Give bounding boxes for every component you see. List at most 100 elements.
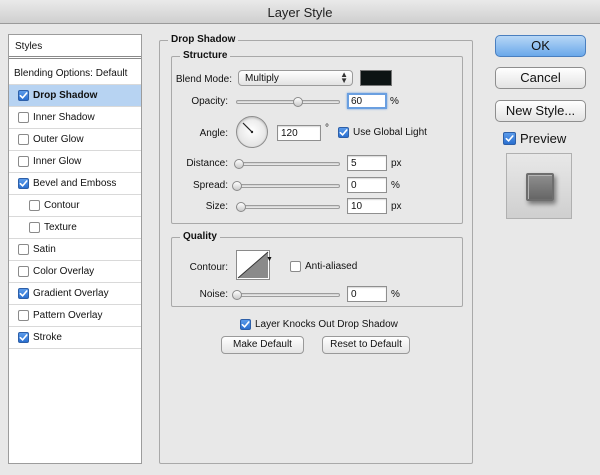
style-item-inner-glow[interactable]: Inner Glow — [9, 151, 141, 173]
anti-aliased-label: Anti-aliased — [305, 261, 358, 272]
drop-shadow-title: Drop Shadow — [168, 34, 239, 45]
preview-checkbox[interactable]: Preview — [503, 131, 566, 146]
layer-knocks-out-check-icon — [240, 319, 251, 330]
checkbox-icon[interactable] — [18, 332, 29, 343]
blending-options-label: Blending Options: Default — [14, 68, 128, 79]
spread-input[interactable]: 0 — [347, 177, 387, 193]
select-arrows-icon: ▲ ▼ — [340, 70, 348, 85]
checkbox-icon[interactable] — [18, 310, 29, 321]
window-title: Layer Style — [267, 5, 333, 20]
styles-header[interactable]: Styles — [9, 35, 141, 59]
checkbox-icon[interactable] — [29, 200, 40, 211]
contour-picker[interactable] — [236, 250, 270, 280]
style-item-stroke[interactable]: Stroke — [9, 327, 141, 349]
contour-linear-icon — [237, 251, 269, 279]
style-item-label: Gradient Overlay — [33, 288, 109, 299]
angle-unit: ° — [325, 123, 329, 134]
layer-knocks-out-label: Layer Knocks Out Drop Shadow — [255, 319, 398, 330]
size-unit: px — [391, 201, 402, 212]
checkbox-icon[interactable] — [18, 112, 29, 123]
distance-unit: px — [391, 158, 402, 169]
blend-mode-value: Multiply — [245, 73, 279, 84]
blending-options-item[interactable]: Blending Options: Default — [9, 63, 141, 85]
shadow-color-swatch[interactable] — [360, 70, 392, 86]
style-item-label: Pattern Overlay — [33, 310, 103, 321]
distance-slider[interactable] — [234, 159, 340, 169]
style-item-label: Outer Glow — [33, 134, 84, 145]
ok-button[interactable]: OK — [495, 35, 586, 57]
noise-label: Noise: — [199, 289, 228, 300]
noise-input[interactable]: 0 — [347, 286, 387, 302]
checkbox-icon[interactable] — [18, 244, 29, 255]
checkbox-icon[interactable] — [18, 178, 29, 189]
style-item-color-overlay[interactable]: Color Overlay — [9, 261, 141, 283]
noise-slider[interactable] — [232, 290, 340, 300]
style-item-satin[interactable]: Satin — [9, 239, 141, 261]
styles-list-panel: Styles Blending Options: Default Drop Sh… — [8, 34, 142, 464]
anti-aliased-checkbox[interactable]: Anti-aliased — [290, 261, 357, 272]
size-slider[interactable] — [236, 202, 340, 212]
distance-slider-thumb[interactable] — [234, 159, 245, 169]
use-global-light-checkbox[interactable]: Use Global Light — [338, 127, 427, 138]
style-item-label: Contour — [44, 200, 80, 211]
anti-aliased-check-icon — [290, 261, 301, 272]
style-item-label: Satin — [33, 244, 56, 255]
style-item-label: Color Overlay — [33, 266, 95, 277]
checkbox-icon[interactable] — [18, 266, 29, 277]
cancel-button[interactable]: Cancel — [495, 67, 586, 89]
use-global-light-check-icon — [338, 127, 349, 138]
style-item-label: Inner Glow — [33, 156, 82, 167]
style-item-label: Stroke — [33, 332, 62, 343]
opacity-unit: % — [390, 96, 399, 107]
opacity-slider[interactable] — [236, 97, 340, 107]
use-global-light-label: Use Global Light — [353, 127, 427, 138]
style-item-inner-shadow[interactable]: Inner Shadow — [9, 107, 141, 129]
angle-label: Angle: — [199, 128, 228, 139]
checkbox-icon[interactable] — [18, 134, 29, 145]
contour-dropdown-arrow-icon[interactable]: ▼ — [266, 256, 273, 263]
preview-swatch — [526, 173, 554, 201]
angle-dial[interactable] — [236, 116, 268, 148]
distance-label: Distance: — [186, 158, 228, 169]
preview-check-icon — [503, 132, 516, 145]
preview-label: Preview — [520, 131, 567, 146]
structure-title: Structure — [180, 50, 231, 61]
distance-input[interactable]: 5 — [347, 155, 387, 171]
style-item-pattern-overlay[interactable]: Pattern Overlay — [9, 305, 141, 327]
title-bar: Layer Style — [0, 0, 600, 24]
checkbox-icon[interactable] — [29, 222, 40, 233]
noise-unit: % — [391, 289, 400, 300]
style-item-label: Texture — [44, 222, 77, 233]
opacity-input[interactable]: 60 — [347, 93, 387, 109]
blend-mode-label: Blend Mode: — [175, 74, 232, 85]
make-default-button[interactable]: Make Default — [221, 336, 304, 354]
opacity-label: Opacity: — [191, 96, 228, 107]
noise-slider-thumb[interactable] — [232, 290, 242, 300]
layer-knocks-out-checkbox[interactable]: Layer Knocks Out Drop Shadow — [240, 319, 398, 330]
checkbox-icon[interactable] — [18, 90, 29, 101]
style-preview-thumbnail — [506, 153, 572, 219]
spread-slider-thumb[interactable] — [232, 181, 242, 191]
style-item-label: Bevel and Emboss — [33, 178, 117, 189]
style-item-gradient-overlay[interactable]: Gradient Overlay — [9, 283, 141, 305]
style-item-contour[interactable]: Contour — [9, 195, 141, 217]
checkbox-icon[interactable] — [18, 288, 29, 299]
angle-dial-needle-icon — [242, 122, 254, 134]
size-label: Size: — [205, 201, 228, 212]
style-item-texture[interactable]: Texture — [9, 217, 141, 239]
new-style-button[interactable]: New Style... — [495, 100, 586, 122]
spread-unit: % — [391, 180, 400, 191]
quality-title: Quality — [180, 231, 220, 242]
angle-input[interactable]: 120 — [277, 125, 321, 141]
size-input[interactable]: 10 — [347, 198, 387, 214]
spread-label: Spread: — [192, 180, 228, 191]
style-item-bevel-and-emboss[interactable]: Bevel and Emboss — [9, 173, 141, 195]
checkbox-icon[interactable] — [18, 156, 29, 167]
contour-label: Contour: — [189, 262, 228, 273]
style-item-drop-shadow[interactable]: Drop Shadow — [9, 85, 141, 107]
style-item-outer-glow[interactable]: Outer Glow — [9, 129, 141, 151]
spread-slider[interactable] — [232, 181, 340, 191]
style-item-label: Inner Shadow — [33, 112, 95, 123]
blend-mode-select[interactable]: Multiply ▲ ▼ — [238, 70, 353, 86]
reset-to-default-button[interactable]: Reset to Default — [322, 336, 410, 354]
